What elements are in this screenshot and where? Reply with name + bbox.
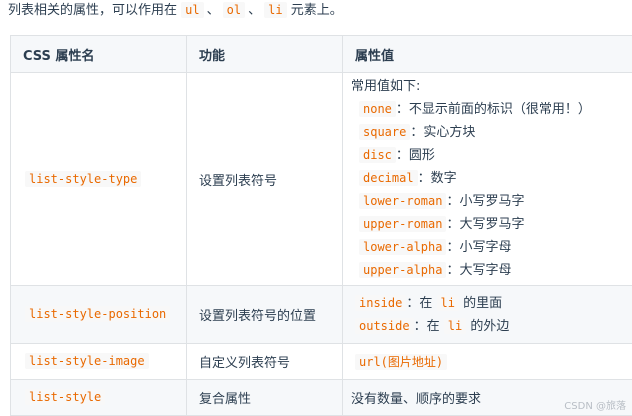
value-cell: url(图片地址) — [343, 344, 632, 380]
property-name: list-style-position — [25, 306, 170, 322]
value-code: li — [444, 318, 466, 334]
value-desc: ：在 — [414, 319, 440, 334]
property-name: list-style-type — [25, 171, 141, 187]
value-desc: ：实心方块 — [410, 125, 475, 140]
function-cell: 设置列表符号的位置 — [187, 286, 343, 344]
property-name-cell: list-style-position — [11, 286, 187, 344]
value-code: url(图片地址) — [355, 354, 447, 370]
value-code: inside — [355, 295, 406, 311]
value-code: none — [359, 101, 396, 117]
value-code: square — [359, 124, 410, 140]
value-desc: ：在 — [406, 296, 432, 311]
value-desc: ：小写字母 — [446, 240, 511, 255]
function-cell: 设置列表符号 — [187, 73, 343, 286]
value-desc: ：大写字母 — [446, 263, 511, 278]
property-name: list-style — [25, 389, 105, 405]
property-name-cell: list-style — [11, 380, 187, 416]
value-list-heading: 常用值如下: — [351, 76, 632, 98]
function-cell: 复合属性 — [187, 380, 343, 416]
header-property-value: 属性值 — [343, 36, 632, 73]
value-desc: ：大写罗马字 — [446, 217, 524, 232]
value-code: outside — [355, 318, 414, 334]
css-list-properties-table: CSS 属性名 功能 属性值 list-style-type 设置列表符号 常用… — [10, 35, 632, 416]
value-desc: ：小写罗马字 — [446, 194, 524, 209]
value-item: upper-alpha：大写字母 — [351, 259, 632, 282]
value-desc: 的里面 — [463, 296, 502, 311]
value-item: none：不显示前面的标识（很常用！） — [351, 98, 632, 121]
value-item: inside：在 li 的里面 — [355, 292, 632, 315]
value-item: square：实心方块 — [351, 121, 632, 144]
value-code: upper-alpha — [359, 262, 446, 278]
table-row: list-style-position 设置列表符号的位置 inside：在 l… — [11, 286, 632, 344]
intro-sep-1: 、 — [207, 3, 220, 18]
value-list: inside：在 li 的里面 outside：在 li 的外边 — [351, 287, 632, 343]
code-ul: ul — [181, 2, 203, 18]
value-desc: 的外边 — [470, 319, 509, 334]
table-header-row: CSS 属性名 功能 属性值 — [11, 36, 632, 73]
value-cell: inside：在 li 的里面 outside：在 li 的外边 — [343, 286, 632, 344]
property-name-cell: list-style-image — [11, 344, 187, 380]
table-row: list-style-type 设置列表符号 常用值如下: none：不显示前面… — [11, 73, 632, 286]
value-code: upper-roman — [359, 216, 446, 232]
header-function: 功能 — [187, 36, 343, 73]
value-code: decimal — [359, 170, 418, 186]
value-code: lower-alpha — [359, 239, 446, 255]
value-item: upper-roman：大写罗马字 — [351, 213, 632, 236]
value-item: outside：在 li 的外边 — [355, 315, 632, 338]
value-item: lower-roman：小写罗马字 — [351, 190, 632, 213]
table-row: list-style-image 自定义列表符号 url(图片地址) — [11, 344, 632, 380]
property-name-cell: list-style-type — [11, 73, 187, 286]
intro-prefix: 列表相关的属性，可以作用在 — [8, 3, 177, 18]
value-cell: 常用值如下: none：不显示前面的标识（很常用！） square：实心方块 d… — [343, 73, 632, 286]
value-desc: ：圆形 — [396, 148, 435, 163]
value-desc: ：不显示前面的标识（很常用！） — [396, 102, 591, 117]
table-row: list-style 复合属性 没有数量、顺序的要求 — [11, 380, 632, 416]
value-code: disc — [359, 147, 396, 163]
intro-text: 列表相关的属性，可以作用在 ul、ol、li 元素上。 — [8, 0, 343, 22]
intro-suffix: 元素上。 — [291, 3, 343, 18]
value-code: li — [437, 295, 459, 311]
value-item: lower-alpha：小写字母 — [351, 236, 632, 259]
property-name: list-style-image — [25, 353, 149, 369]
value-item: disc：圆形 — [351, 144, 632, 167]
watermark: CSDN @旅落 — [564, 397, 626, 412]
value-list: 常用值如下: none：不显示前面的标识（很常用！） square：实心方块 d… — [351, 73, 632, 285]
value-item: decimal：数字 — [351, 167, 632, 190]
header-property-name: CSS 属性名 — [11, 36, 187, 73]
value-desc: ：数字 — [418, 171, 457, 186]
value-code: lower-roman — [359, 193, 446, 209]
intro-sep-2: 、 — [248, 3, 261, 18]
code-ol: ol — [223, 2, 245, 18]
code-li: li — [264, 2, 286, 18]
function-cell: 自定义列表符号 — [187, 344, 343, 380]
